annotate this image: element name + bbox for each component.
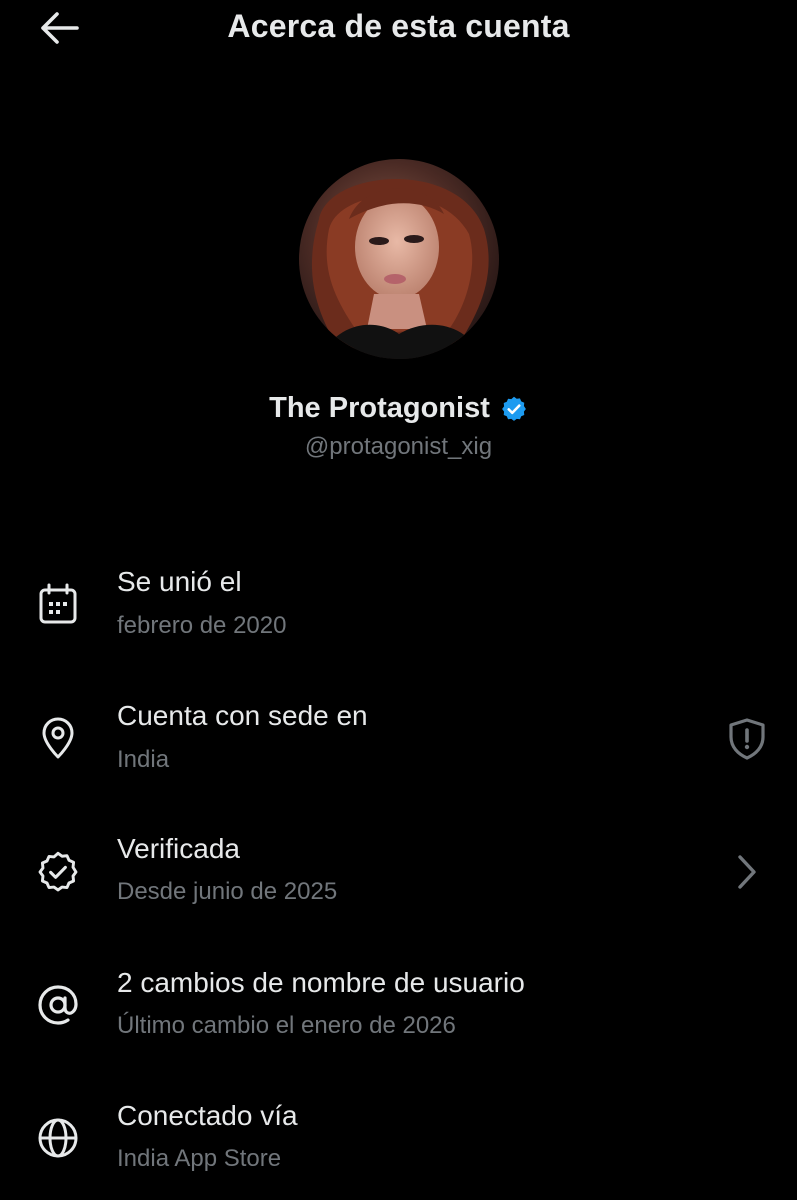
- row-icon: [34, 848, 82, 896]
- row-icon: [34, 1114, 82, 1162]
- verified-badge-icon: [38, 851, 78, 892]
- profile-photo: [299, 159, 499, 359]
- row-icon: [34, 714, 82, 762]
- row-title: Se unió el: [117, 566, 242, 597]
- display-name: The Protagonist: [269, 392, 490, 424]
- row-title: Cuenta con sede en: [117, 700, 368, 731]
- row-title: Verificada: [117, 833, 240, 864]
- avatar[interactable]: [299, 159, 499, 359]
- username-handle: @protagonist_xig: [304, 433, 493, 460]
- row-subtitle: Último cambio el enero de 2026: [117, 1012, 456, 1039]
- row-title: Conectado vía: [117, 1100, 298, 1131]
- display-name-row: The Protagonist: [0, 392, 797, 425]
- at-sign-icon: [38, 985, 78, 1025]
- row-subtitle: India App Store: [117, 1145, 282, 1172]
- row-subtitle: febrero de 2020: [117, 612, 287, 639]
- globe-icon: [38, 1118, 78, 1158]
- row-connected-via: Conectado vía India App Store: [0, 1096, 797, 1200]
- top-bar: Acerca de esta cuenta: [0, 0, 797, 60]
- chevron-right-icon: [738, 855, 756, 889]
- verified-chevron: [722, 847, 772, 897]
- verified-badge-icon: [501, 396, 526, 421]
- shield-alert-icon: [729, 718, 765, 760]
- page-title: Acerca de esta cuenta: [227, 8, 570, 44]
- row-location: Cuenta con sede en India: [0, 695, 797, 805]
- row-verified[interactable]: Verificada Desde junio de 2025: [0, 829, 797, 939]
- row-username-changes: 2 cambios de nombre de usuario Último ca…: [0, 963, 797, 1073]
- location-pin-icon: [42, 717, 74, 759]
- calendar-icon: [39, 583, 77, 624]
- row-icon: [34, 981, 82, 1029]
- row-joined: Se unió el febrero de 2020: [0, 560, 797, 670]
- row-subtitle: Desde junio de 2025: [117, 878, 338, 905]
- row-icon: [34, 580, 82, 628]
- row-title: 2 cambios de nombre de usuario: [117, 967, 525, 998]
- about-account-screen: Acerca de esta cuenta The Protagonist @p…: [0, 0, 797, 1200]
- row-subtitle: India: [117, 746, 170, 773]
- location-info-button[interactable]: [722, 714, 772, 764]
